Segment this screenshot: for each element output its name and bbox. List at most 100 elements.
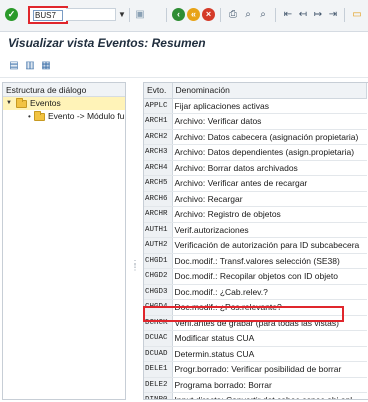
exit-icon[interactable]: « — [187, 8, 200, 21]
event-code-cell[interactable]: ARCH5 — [144, 175, 173, 192]
table-row[interactable]: CHGD2 Doc.modif.: Recopilar objetos con I… — [144, 268, 367, 285]
expand-icon[interactable]: ▤ — [8, 60, 20, 72]
table-row[interactable]: ARCH4 Archivo: Borrar datos archivados — [144, 160, 367, 176]
event-code-cell[interactable]: DCUAD — [144, 346, 173, 362]
table-row[interactable]: ARCH2 Archivo: Datos cabecera (asignación… — [144, 129, 367, 145]
find-icon[interactable]: ⌕ — [241, 8, 255, 22]
event-description-cell[interactable]: Verificación de autorización para ID sub… — [172, 237, 367, 254]
event-code-cell[interactable]: ARCHR — [144, 206, 173, 223]
system-toolbar: ✓ ▼ ▣ ‹ « × ⎙ ⌕ ⌕ ⇤ ↤ ↦ ⇥ ▭ — [0, 0, 368, 32]
event-code-cell[interactable]: DELE2 — [144, 377, 173, 393]
event-description-cell[interactable]: Doc.modif.: Recopilar objetos con ID obj… — [172, 268, 367, 285]
event-description-cell[interactable]: Archivo: Datos dependientes (asign.propi… — [172, 144, 367, 161]
table-row[interactable]: APPLC Fijar aplicaciones activas — [144, 98, 367, 114]
cancel-icon[interactable]: × — [202, 8, 215, 21]
next-page-icon[interactable]: ↦ — [311, 8, 325, 22]
event-code-cell[interactable]: AUTH2 — [144, 237, 173, 254]
toolbar-separator — [129, 8, 130, 22]
collapse-icon[interactable]: ▥ — [24, 60, 36, 72]
dropdown-icon[interactable]: ▼ — [117, 8, 127, 21]
tree-node-eventos[interactable]: ▼ Eventos — [3, 97, 125, 110]
event-description-cell[interactable]: Verif.antes de grabar (para todas las vi… — [172, 315, 367, 331]
event-code-cell[interactable]: DELE1 — [144, 361, 173, 378]
panel-splitter[interactable]: ⋮ ⋮ — [127, 82, 141, 400]
event-description-cell[interactable]: Archivo: Verificar antes de recargar — [172, 175, 367, 192]
event-code-cell[interactable]: ARCH2 — [144, 129, 173, 145]
event-code-cell[interactable]: AUTH1 — [144, 222, 173, 238]
previous-page-icon[interactable]: ↤ — [296, 8, 310, 22]
event-code-cell[interactable]: APPLC — [144, 98, 173, 114]
table-row[interactable]: AUTH2 Verificación de autorización para I… — [144, 237, 367, 254]
event-code-cell[interactable]: ARCH6 — [144, 191, 173, 207]
back-icon[interactable]: ‹ — [172, 8, 185, 21]
event-code-cell[interactable]: DINP0 — [144, 392, 173, 399]
application-toolbar: ▤ ▥ ▦ — [0, 56, 368, 78]
expand-arrow-icon[interactable]: ▼ — [6, 97, 14, 110]
table-row[interactable]: ARCH6 Archivo: Recargar — [144, 191, 367, 207]
title-bar: Visualizar vista Eventos: Resumen — [0, 32, 368, 56]
table-row[interactable]: ARCH1 Archivo: Verificar datos — [144, 113, 367, 130]
events-table-panel: Evto. Denominación APPLC Fijar aplicacion… — [143, 82, 368, 400]
toolbar-separator — [220, 8, 221, 22]
event-code-cell[interactable]: CHGD1 — [144, 253, 173, 269]
dialog-structure-panel: Estructura de diálogo ▼ Eventos • Evento… — [2, 82, 126, 400]
event-description-cell[interactable]: Archivo: Borrar datos archivados — [172, 160, 367, 176]
event-description-cell[interactable]: Doc.modif.: ¿Cab.relev.? — [172, 284, 367, 300]
column-header-event[interactable]: Evto. — [144, 83, 173, 99]
table-row[interactable]: DINP0Input directo: Convertir dat.cabec.… — [144, 392, 367, 399]
table-row[interactable]: AUTH1 Verif.autorizaciones — [144, 222, 367, 238]
tree-header: Estructura de diálogo — [3, 83, 125, 97]
event-description-cell[interactable]: Archivo: Recargar — [172, 191, 367, 207]
event-code-cell[interactable]: CHGD3 — [144, 284, 173, 300]
event-code-cell[interactable]: DCUAC — [144, 330, 173, 347]
event-description-cell[interactable]: Programa borrado: Borrar — [172, 377, 367, 393]
event-code-cell[interactable]: CHGD2 — [144, 268, 173, 285]
event-description-cell[interactable]: Archivo: Verificar datos — [172, 113, 367, 130]
event-description-cell[interactable]: Doc.modif.: Transf.valores selección (SE… — [172, 253, 367, 269]
tree-node-label: Eventos — [30, 98, 61, 108]
folder-icon — [34, 111, 45, 121]
event-description-cell[interactable]: Verif.autorizaciones — [172, 222, 367, 238]
save-icon[interactable]: ▣ — [133, 8, 147, 22]
event-description-cell[interactable]: Determin.status CUA — [172, 346, 367, 362]
select-all-icon[interactable]: ▦ — [40, 60, 52, 72]
table-header-row: Evto. Denominación — [144, 83, 367, 99]
event-description-cell[interactable]: Input directo: Convertir dat.cabec.espec… — [172, 392, 367, 399]
event-description-cell[interactable]: Doc.modif.: ¿Pos.relevante? — [172, 299, 367, 316]
event-code-cell[interactable]: ARCH4 — [144, 160, 173, 176]
event-description-cell[interactable]: Archivo: Registro de objetos — [172, 206, 367, 223]
event-description-cell[interactable]: Progr.borrado: Verificar posibilidad de … — [172, 361, 367, 378]
table-row[interactable]: ARCH3 Archivo: Datos dependientes (asign.… — [144, 144, 367, 161]
table-row[interactable]: DELE1 Progr.borrado: Verificar posibilida… — [144, 361, 367, 378]
table-row[interactable]: ARCHR Archivo: Registro de objetos — [144, 206, 367, 223]
table-row[interactable]: DCUAD Determin.status CUA — [144, 346, 367, 362]
splitter-grip-icon[interactable]: ⋮ ⋮ — [131, 260, 139, 272]
command-field[interactable] — [33, 10, 63, 21]
event-code-cell[interactable]: ARCH3 — [144, 144, 173, 161]
event-description-cell[interactable]: Modificar status CUA — [172, 330, 367, 347]
print-icon[interactable]: ⎙ — [226, 8, 240, 22]
ok-icon[interactable]: ✓ — [5, 8, 18, 21]
table-row[interactable]: DCHCK Verif.antes de grabar (para todas l… — [144, 315, 367, 331]
find-next-icon[interactable]: ⌕ — [256, 8, 270, 22]
event-code-cell[interactable]: DCHCK — [144, 315, 173, 331]
column-header-description[interactable]: Denominación — [172, 83, 367, 99]
page-title: Visualizar vista Eventos: Resumen — [8, 36, 206, 50]
event-code-cell[interactable]: ARCH1 — [144, 113, 173, 130]
table-row[interactable]: DCUAC Modificar status CUA — [144, 330, 367, 347]
table-row[interactable]: ARCH5 Archivo: Verificar antes de recarga… — [144, 175, 367, 192]
table-row[interactable]: DELE2 Programa borrado: Borrar — [144, 377, 367, 393]
new-session-icon[interactable]: ▭ — [350, 8, 364, 22]
table-row[interactable]: CHGD3 Doc.modif.: ¿Cab.relev.? — [144, 284, 367, 300]
command-field-extension[interactable] — [66, 8, 116, 21]
table-row[interactable]: CHGD4 Doc.modif.: ¿Pos.relevante? — [144, 299, 367, 316]
event-code-cell[interactable]: CHGD4 — [144, 299, 173, 316]
first-page-icon[interactable]: ⇤ — [281, 8, 295, 22]
tree-node-evento-modulo[interactable]: • Evento -> Módulo fu — [3, 110, 125, 123]
event-description-cell[interactable]: Fijar aplicaciones activas — [172, 98, 367, 114]
last-page-icon[interactable]: ⇥ — [326, 8, 340, 22]
event-description-cell[interactable]: Archivo: Datos cabecera (asignación prop… — [172, 129, 367, 145]
table-row[interactable]: CHGD1 Doc.modif.: Transf.valores selecció… — [144, 253, 367, 269]
toolbar-separator — [275, 8, 276, 22]
table-body: APPLC Fijar aplicaciones activas ARCH1 Arch… — [144, 98, 367, 399]
